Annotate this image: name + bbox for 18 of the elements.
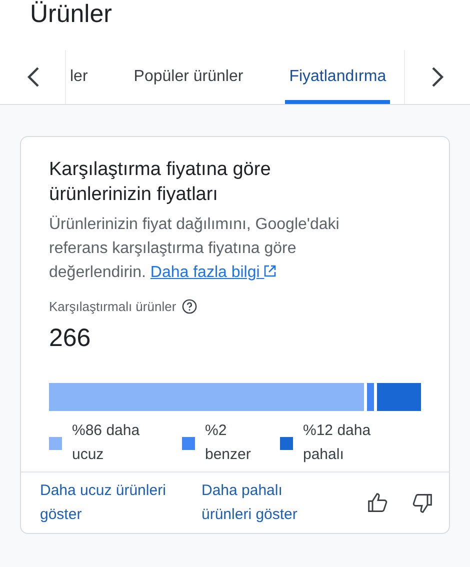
card-description: Ürünlerinizin fiyat dağılımını, Google'daki referans karşılaştırma fiyatına göre değerlendirin. Daha fazla bilgi bbox=[49, 214, 340, 283]
tab[interactable]: Popüler ürünler bbox=[130, 50, 248, 104]
legend-label: %2 benzer bbox=[205, 421, 252, 465]
metric-value: 266 bbox=[49, 324, 92, 353]
metric-label: Karşılaştırmalı ürünler bbox=[49, 299, 176, 314]
page-title: Ürünler bbox=[29, 0, 113, 30]
chevron-right-icon bbox=[430, 66, 444, 88]
learn-more-link[interactable]: Daha fazla bilgi bbox=[150, 264, 276, 281]
show-products-button[interactable]: Daha ucuz ürünleri göster bbox=[40, 479, 202, 527]
legend-label: %12 daha pahalı bbox=[303, 421, 372, 465]
tab[interactable]: Fiyatlandırma bbox=[285, 50, 390, 104]
external-link-icon bbox=[264, 265, 276, 277]
legend-label: %86 daha ucuz bbox=[72, 421, 141, 465]
chevron-left-icon bbox=[26, 66, 40, 88]
card-title: Karşılaştırma fiyatına göre ürünlerinizin fiyatları bbox=[49, 158, 272, 207]
tab[interactable]: ler bbox=[66, 50, 92, 104]
show-products-button[interactable]: Daha pahalı ürünleri göster bbox=[202, 479, 363, 527]
help-icon[interactable] bbox=[182, 299, 198, 314]
